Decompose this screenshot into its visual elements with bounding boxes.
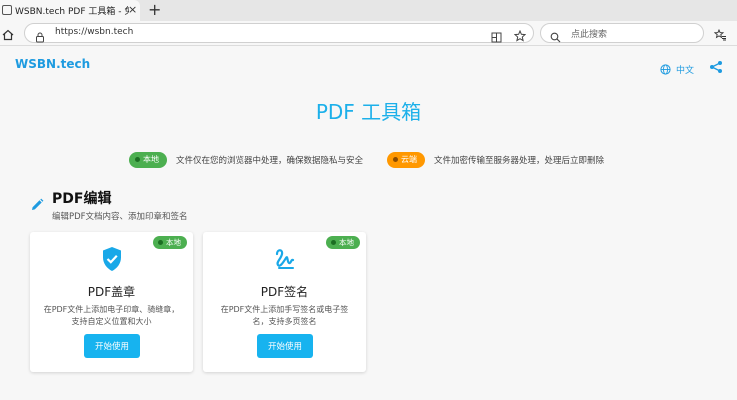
share-icon[interactable] <box>709 59 723 78</box>
shield-check-icon <box>30 246 193 276</box>
local-description: 文件仅在您的浏览器中处理，确保数据隐私与安全 <box>176 155 364 166</box>
card-title: PDF盖章 <box>87 285 136 299</box>
pencil-icon <box>30 197 44 216</box>
new-tab-button[interactable]: + <box>148 0 161 19</box>
favorites-icon[interactable] <box>713 26 727 45</box>
site-logo[interactable]: WSBN.tech <box>15 57 90 71</box>
favicon-icon <box>2 5 12 15</box>
close-tab-icon[interactable]: × <box>128 3 137 16</box>
card-description: 在PDF文件上添加手写签名或电子签名，支持多页签名 <box>220 305 349 326</box>
tab-bar: WSBN.tech PDF 工具箱 - 免费在线 × + <box>0 0 737 21</box>
tab-title: WSBN.tech PDF 工具箱 - 免费在线 <box>15 7 129 17</box>
search-placeholder: 点此搜索 <box>571 30 608 40</box>
card-description: 在PDF文件上添加电子印章、骑缝章，支持自定义位置和大小 <box>43 305 180 326</box>
legend-cloud: 云端 文件加密传输至服务器处理，处理后立即删除 <box>387 151 604 168</box>
search-icon <box>550 28 561 47</box>
browser-search-input[interactable]: 点此搜索 <box>540 23 704 43</box>
local-badge: 本地 <box>129 151 167 168</box>
legend-local: 本地 文件仅在您的浏览器中处理，确保数据隐私与安全 <box>129 151 363 168</box>
url-text: https://wsbn.tech <box>55 27 134 37</box>
globe-icon <box>660 60 671 79</box>
signature-icon <box>203 246 366 276</box>
page-title: PDF 工具箱 <box>315 100 422 124</box>
lock-icon[interactable] <box>35 28 45 47</box>
section-title: PDF编辑 <box>52 191 112 207</box>
browser-tab[interactable]: WSBN.tech PDF 工具箱 - 免费在线 × <box>0 0 140 21</box>
cloud-description: 文件加密传输至服务器处理，处理后立即删除 <box>434 155 605 166</box>
tool-card-signature[interactable]: 本地 PDF签名 在PDF文件上添加手写签名或电子签名，支持多页签名 开始使用 <box>203 232 366 372</box>
language-label: 中文 <box>676 66 695 76</box>
split-screen-icon[interactable] <box>491 28 502 47</box>
favorite-star-icon[interactable] <box>513 27 527 46</box>
card-title: PDF签名 <box>260 285 309 299</box>
tool-card-stamp[interactable]: 本地 PDF盖章 在PDF文件上添加电子印章、骑缝章，支持自定义位置和大小 开始… <box>30 232 193 372</box>
home-icon[interactable] <box>2 26 14 45</box>
language-switcher[interactable]: 中文 <box>660 60 694 79</box>
section-subtitle: 编辑PDF文档内容、添加印章和签名 <box>52 212 188 222</box>
url-field[interactable]: https://wsbn.tech <box>24 23 534 43</box>
cloud-badge: 云端 <box>387 151 425 168</box>
address-bar: https://wsbn.tech 点此搜索 <box>0 21 737 46</box>
start-button[interactable]: 开始使用 <box>84 334 140 358</box>
start-button[interactable]: 开始使用 <box>257 334 313 358</box>
